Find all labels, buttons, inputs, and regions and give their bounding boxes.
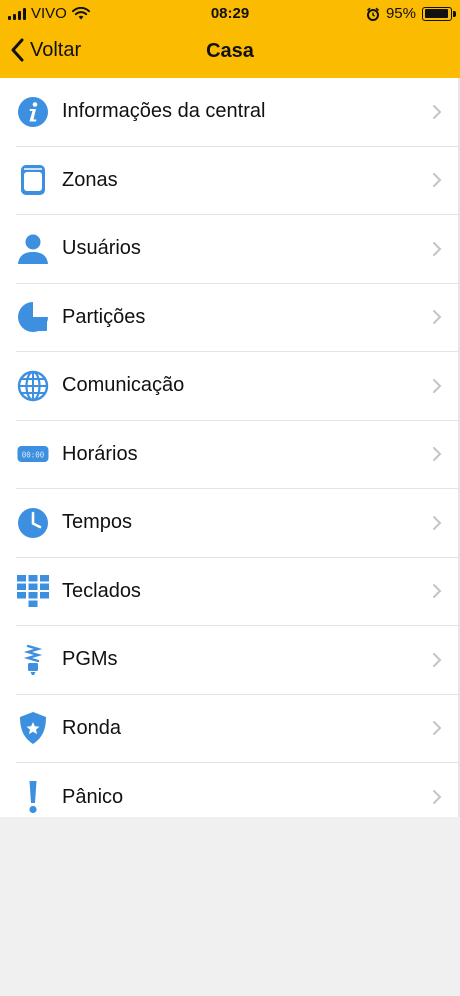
list-item-label: Partições [62,305,146,328]
list-item-comunicacao[interactable]: Comunicação [16,352,458,421]
bulb-icon [16,643,50,677]
sensor-icon [16,163,50,197]
chevron-right-icon [433,515,442,530]
chevron-right-icon [433,790,442,805]
chevron-right-icon [433,721,442,736]
globe-icon [16,369,50,403]
list-item-tempos[interactable]: Tempos [16,489,458,558]
list-item-label: Horários [62,442,138,465]
back-label: Voltar [30,38,82,61]
chevron-right-icon [433,378,442,393]
digital-clock-text: 00:00 [22,451,45,460]
list-item-pgms[interactable]: PGMs [16,626,458,695]
keypad-icon [16,574,50,608]
status-bar: VIVO 08:29 95% [0,0,460,28]
back-button[interactable]: Voltar [10,38,81,62]
list-item-label: Zonas [62,168,118,191]
list-item-particoes[interactable]: Partições [16,284,458,352]
list-item-label: Comunicação [62,374,185,397]
alarm-icon [366,7,380,21]
list-item-usuarios[interactable]: Usuários [16,215,458,284]
info-icon [16,95,50,129]
chevron-right-icon [433,652,442,667]
exclamation-icon [16,780,50,814]
chevron-left-icon [11,38,24,62]
clock-icon [16,506,50,540]
user-icon [16,232,50,266]
list-item-ronda[interactable]: Ronda [16,695,458,763]
list-item-label: PGMs [62,648,118,671]
chevron-right-icon [433,104,442,119]
digital-clock-icon: 00:00 [16,437,50,471]
chevron-right-icon [433,584,442,599]
list-item-label: Ronda [62,716,121,739]
list-item-label: Pânico [62,785,124,808]
navigation-bar: Voltar Casa [0,28,460,78]
chevron-right-icon [433,310,442,325]
empty-area [0,817,460,996]
shield-star-icon [16,711,50,745]
list-item-informacoes[interactable]: Informações da central [16,78,458,147]
list-item-label: Informações da central [62,100,266,123]
battery-icon [422,6,456,21]
settings-list: Informações da central Zonas Usuários Pa… [0,78,460,817]
list-item-teclados[interactable]: Teclados [16,558,458,626]
list-item-label: Teclados [62,579,141,602]
status-right: 95% [366,5,456,22]
list-item-zonas[interactable]: Zonas [16,147,458,215]
list-item-panico[interactable]: Pânico [16,763,458,817]
list-item-horarios[interactable]: 00:00 Horários [16,421,458,489]
list-item-label: Usuários [62,237,141,260]
battery-percent: 95% [385,5,416,22]
chevron-right-icon [433,241,442,256]
partition-pie-icon [16,300,50,334]
list-item-label: Tempos [62,511,133,534]
chevron-right-icon [433,447,442,462]
chevron-right-icon [433,173,442,188]
